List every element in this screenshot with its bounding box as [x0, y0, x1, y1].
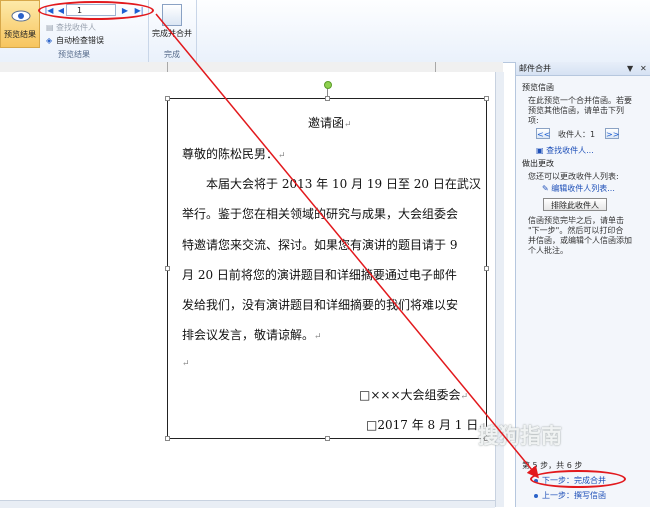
- resize-handle[interactable]: [325, 436, 330, 441]
- prev-step-link[interactable]: 上一步：撰写信函: [534, 490, 606, 501]
- finish-merge-icon: [162, 4, 182, 26]
- find-recipient-icon: ▤: [46, 23, 54, 32]
- edit-recipient-list-link[interactable]: ✎ 编辑收件人列表...: [542, 183, 615, 194]
- resize-handle[interactable]: [325, 96, 330, 101]
- ruler-mark: [167, 62, 168, 72]
- edit-icon: ✎: [542, 184, 552, 193]
- resize-handle[interactable]: [165, 436, 170, 441]
- letter-signature: □×××大会组委会↵: [359, 388, 469, 402]
- ribbon: 预览结果 |◀ ◀ 1 ▶ ▶| ▤ 查找收件人 ◈ 自动检查错误 预览结果 完成并…: [0, 0, 650, 63]
- preview-eye-icon: [11, 10, 31, 22]
- preview-desc-line: 预览其他信函，请单击下列: [528, 106, 624, 115]
- letter-body-line: 排会议发言，敬请谅解。↵: [182, 328, 322, 342]
- preview-desc-line: 项:: [528, 116, 539, 125]
- recipient-label: 收件人：1: [558, 130, 596, 139]
- empty-paragraph-mark: ↵: [182, 359, 190, 369]
- letter-body-line: 特邀请您来交流、探讨。如果您有演讲的题目请于 9: [182, 238, 458, 252]
- rotate-handle[interactable]: [324, 81, 332, 89]
- auto-check-errors-button[interactable]: ◈ 自动检查错误: [46, 35, 104, 46]
- preview-results-group: 预览结果 |◀ ◀ 1 ▶ ▶| ▤ 查找收件人 ◈ 自动检查错误 预览结果: [0, 0, 154, 62]
- close-icon[interactable]: ✕: [640, 62, 647, 76]
- preview-results-label: 预览结果: [4, 30, 36, 39]
- letter-title: 邀请函↵: [308, 116, 352, 130]
- find-icon: ▣: [536, 146, 547, 155]
- find-recipient-link[interactable]: ▣ 查找收件人...: [536, 145, 594, 156]
- preview-results-button[interactable]: 预览结果: [0, 0, 40, 48]
- letter-body-line: 举行。鉴于您在相关领域的研究与成果，大会组委会: [182, 207, 459, 221]
- letter-date: □2017 年 8 月 1 日↵: [366, 418, 486, 432]
- letter-body-line: 本届大会将于 2013 年 10 月 19 日至 20 日在武汉: [206, 177, 481, 191]
- prev-recipient-button[interactable]: <<: [536, 128, 550, 139]
- find-recipient-button[interactable]: ▤ 查找收件人: [46, 22, 96, 33]
- resize-handle[interactable]: [165, 96, 170, 101]
- arrow-left-icon: [534, 493, 538, 498]
- highlight-ellipse-record: [38, 1, 154, 20]
- finish-group: 完成并合并 完成: [148, 0, 197, 62]
- letter-body-line: 月 20 日前将您的演讲题目和详细摘要通过电子邮件: [182, 268, 457, 282]
- group-label-preview: 预览结果: [58, 50, 90, 59]
- resize-handle[interactable]: [484, 266, 489, 271]
- group-label-finish: 完成: [164, 50, 180, 59]
- highlight-ellipse-next-step: [530, 470, 626, 488]
- section-preview-heading: 预览信函: [522, 83, 554, 92]
- letter-greeting: 尊敬的陈松民男：↵: [182, 147, 286, 161]
- section-changes-heading: 做出更改: [522, 159, 554, 168]
- next-recipient-button[interactable]: >>: [605, 128, 619, 139]
- resize-handle[interactable]: [165, 266, 170, 271]
- ruler-mark: [435, 62, 436, 72]
- changes-desc: 您还可以更改收件人列表:: [528, 172, 619, 181]
- letter-body-line: 发给我们，没有演讲题目和详细摘要的我们将难以安: [182, 298, 459, 312]
- pane-menu-icon[interactable]: ▼: [627, 62, 633, 76]
- resize-handle[interactable]: [484, 96, 489, 101]
- watermark-text: 搜狗指南: [478, 424, 562, 448]
- finish-merge-button[interactable]: 完成并合并: [151, 4, 193, 39]
- exclude-recipient-button[interactable]: 排除此收件人: [543, 198, 607, 211]
- after-desc-line: 个人批注。: [528, 246, 568, 255]
- check-errors-icon: ◈: [46, 36, 53, 45]
